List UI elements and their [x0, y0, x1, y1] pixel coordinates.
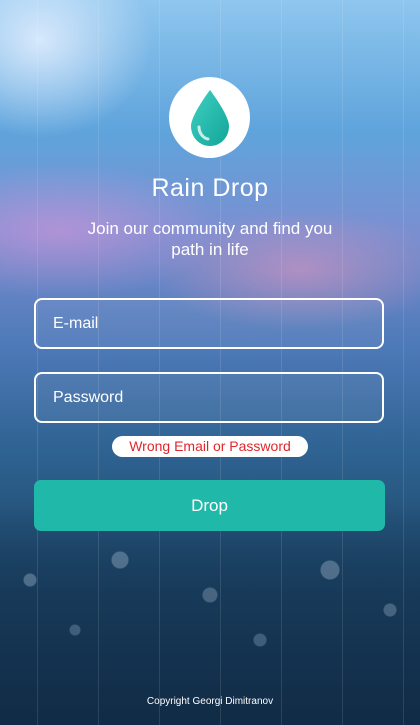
app-logo	[169, 77, 250, 158]
password-input[interactable]	[34, 372, 384, 423]
app-tagline: Join our community and find you path in …	[87, 219, 333, 259]
copyright-text: Copyright Georgi Dimitranov	[146, 696, 274, 707]
water-drop-icon	[190, 89, 229, 146]
drop-submit-button[interactable]: Drop	[34, 480, 385, 531]
login-error-message: Wrong Email or Password	[112, 436, 308, 457]
email-input[interactable]	[34, 298, 384, 349]
app-title: Rain Drop	[151, 174, 269, 202]
